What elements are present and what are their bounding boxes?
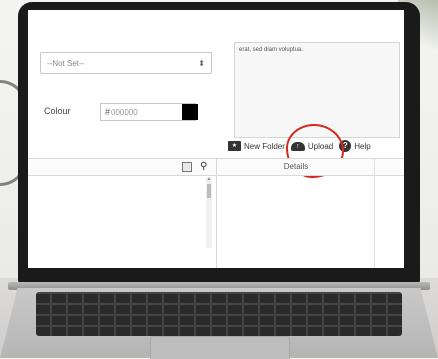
split-view-icon[interactable]: [182, 162, 192, 172]
laptop-screen: --Not Set-- ⬍ erat, sed diam voluptua. C…: [28, 10, 404, 268]
details-panel[interactable]: [216, 158, 404, 268]
chevron-updown-icon: ⬍: [198, 58, 205, 68]
select-value: --Not Set--: [47, 58, 85, 68]
search-icon[interactable]: ⚲: [200, 161, 207, 172]
folder-tree-panel[interactable]: [28, 158, 217, 268]
help-label: Help: [354, 141, 371, 151]
new-folder-button[interactable]: ★ New Folder: [228, 141, 285, 151]
scroll-up-arrow[interactable]: ▲: [206, 176, 212, 182]
column-divider: [374, 158, 375, 268]
category-select[interactable]: --Not Set-- ⬍: [40, 52, 212, 74]
new-folder-icon: ★: [228, 141, 241, 151]
details-column-header: Details: [283, 162, 309, 171]
colour-swatch[interactable]: [182, 104, 198, 120]
laptop-keyboard: [36, 292, 402, 336]
notes-text: erat, sed diam voluptua.: [239, 47, 304, 53]
colour-label: Colour: [44, 106, 71, 116]
scroll-thumb[interactable]: [207, 184, 211, 198]
new-folder-label: New Folder: [244, 141, 285, 151]
colour-hash: #: [105, 107, 111, 117]
laptop-trackpad: [150, 336, 290, 359]
colour-value: 000000: [111, 107, 138, 117]
